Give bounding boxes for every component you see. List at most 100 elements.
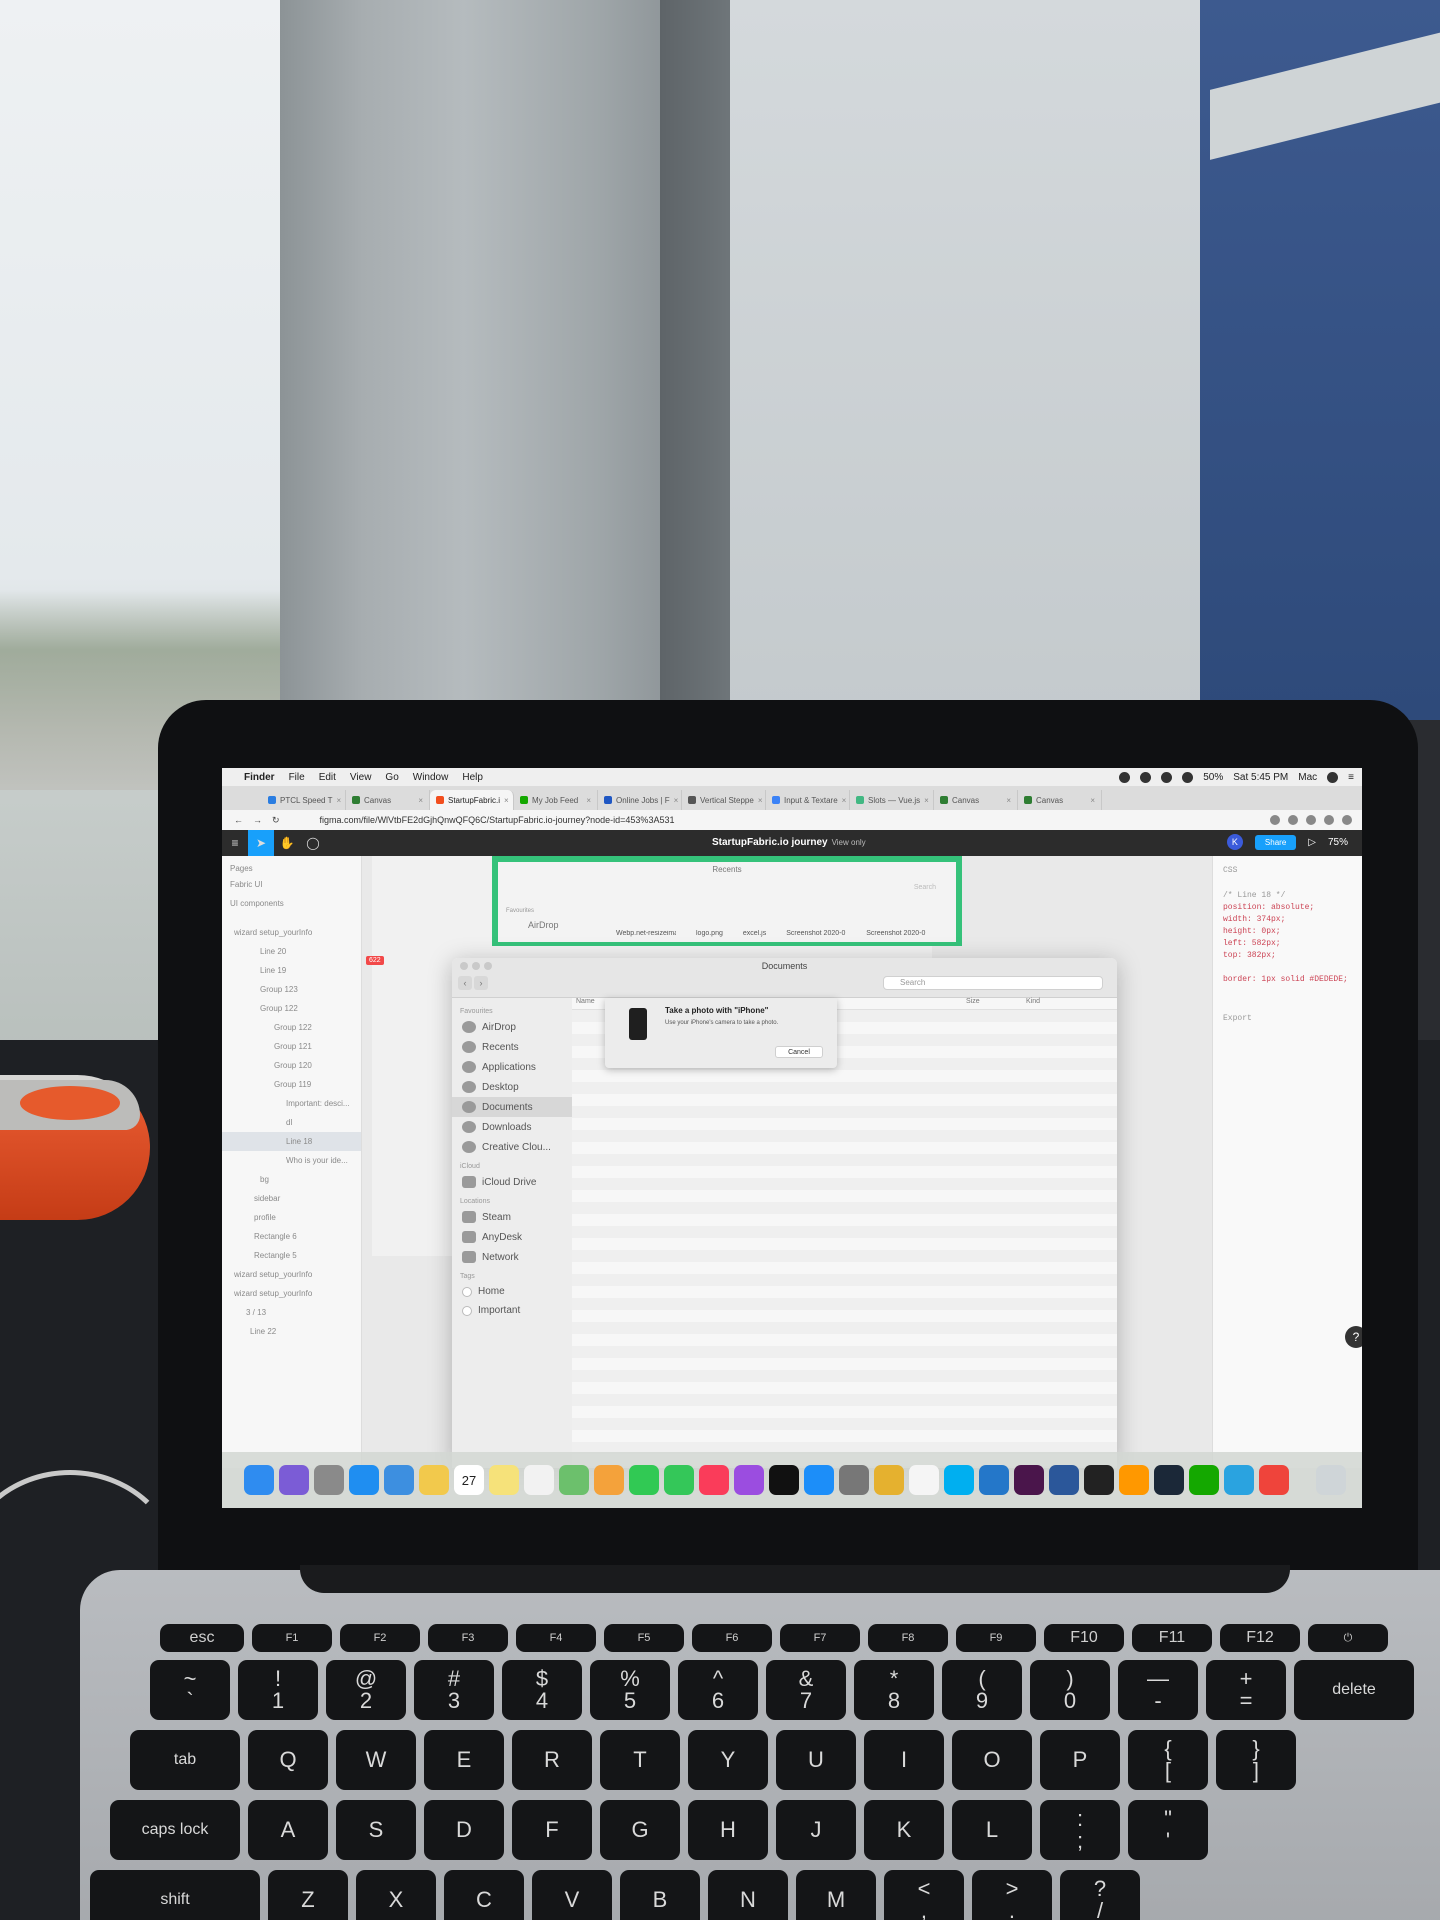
- present-icon[interactable]: ▷: [1308, 837, 1316, 848]
- key[interactable]: D: [424, 1800, 504, 1860]
- recent-file[interactable]: excel.js: [743, 930, 766, 937]
- maps-icon[interactable]: [559, 1465, 589, 1495]
- comment-tool-icon[interactable]: ◯: [300, 830, 326, 856]
- key[interactable]: F8: [868, 1624, 948, 1652]
- key[interactable]: F4: [516, 1624, 596, 1652]
- key[interactable]: Q: [248, 1730, 328, 1790]
- sidebar-item[interactable]: Recents: [452, 1037, 572, 1057]
- css-code[interactable]: position: absolute; width: 374px; height: …: [1223, 903, 1352, 984]
- layer-item[interactable]: Line 22: [222, 1322, 361, 1341]
- key[interactable]: Z: [268, 1870, 348, 1920]
- key[interactable]: F5: [604, 1624, 684, 1652]
- extension-icon[interactable]: [1324, 815, 1334, 825]
- key[interactable]: P: [1040, 1730, 1120, 1790]
- share-button[interactable]: Share: [1254, 834, 1297, 850]
- sidebar-item[interactable]: Applications: [452, 1057, 572, 1077]
- browser-tab[interactable]: My Job Feed ×: [514, 790, 598, 810]
- anydesk-icon[interactable]: [1259, 1465, 1289, 1495]
- bookmark-icon[interactable]: [1270, 815, 1280, 825]
- browser-tab[interactable]: StartupFabric.i ×: [430, 790, 514, 810]
- status-icon[interactable]: [1161, 771, 1173, 783]
- stickies-icon[interactable]: [489, 1465, 519, 1495]
- key[interactable]: ! 1: [238, 1660, 318, 1720]
- tab-close-icon[interactable]: ×: [674, 796, 679, 805]
- avatar[interactable]: K: [1226, 834, 1243, 850]
- browser-tab[interactable]: PTCL Speed T ×: [262, 790, 346, 810]
- textedit-icon[interactable]: [909, 1465, 939, 1495]
- sidebar-item[interactable]: Home: [452, 1282, 572, 1301]
- layer-item[interactable]: Group 122: [222, 999, 361, 1018]
- extension-icon[interactable]: [1288, 815, 1298, 825]
- sidebar-item[interactable]: Network: [452, 1247, 572, 1267]
- key[interactable]: J: [776, 1800, 856, 1860]
- zoom-level[interactable]: 75%: [1328, 837, 1348, 848]
- tab-close-icon[interactable]: ×: [504, 796, 509, 805]
- layer-item[interactable]: wizard setup_yourInfo: [222, 1265, 361, 1284]
- reminders-icon[interactable]: [524, 1465, 554, 1495]
- sidebar-item[interactable]: Documents: [452, 1097, 572, 1117]
- key[interactable]: } ]: [1216, 1730, 1296, 1790]
- key[interactable]: < ,: [884, 1870, 964, 1920]
- key[interactable]: F7: [780, 1624, 860, 1652]
- menu-file[interactable]: File: [289, 772, 305, 783]
- key[interactable]: O: [952, 1730, 1032, 1790]
- sidebar-item[interactable]: Desktop: [452, 1077, 572, 1097]
- menu-view[interactable]: View: [350, 772, 372, 783]
- column-kind[interactable]: Kind: [1026, 998, 1040, 1009]
- sidebar-item[interactable]: Steam: [452, 1207, 572, 1227]
- menu-go[interactable]: Go: [385, 772, 398, 783]
- siri-icon[interactable]: [279, 1465, 309, 1495]
- move-tool-icon[interactable]: ➤: [248, 830, 274, 856]
- finder-file-list[interactable]: Name Size Kind: [572, 998, 1117, 1468]
- cancel-button[interactable]: Cancel: [775, 1046, 823, 1058]
- file-title[interactable]: StartupFabric.io journey View only: [712, 837, 866, 848]
- key[interactable]: " ': [1128, 1800, 1208, 1860]
- wifi-icon[interactable]: [1182, 771, 1194, 783]
- browser-tab[interactable]: Online Jobs | F ×: [598, 790, 682, 810]
- key[interactable]: ( 9: [942, 1660, 1022, 1720]
- layer-item[interactable]: Who is your ide...: [222, 1151, 361, 1170]
- layer-item[interactable]: Group 122: [222, 1018, 361, 1037]
- siri-icon[interactable]: [1327, 771, 1339, 783]
- slack-icon[interactable]: [1014, 1465, 1044, 1495]
- key[interactable]: & 7: [766, 1660, 846, 1720]
- key[interactable]: I: [864, 1730, 944, 1790]
- layer-item[interactable]: Group 119: [222, 1075, 361, 1094]
- safari-icon[interactable]: [349, 1465, 379, 1495]
- layer-item[interactable]: Line 18: [222, 1132, 361, 1151]
- layer-item[interactable]: dl: [222, 1113, 361, 1132]
- photos-icon[interactable]: [594, 1465, 624, 1495]
- help-button[interactable]: ?: [1345, 1326, 1362, 1348]
- upwork-icon[interactable]: [1189, 1465, 1219, 1495]
- key[interactable]: tab: [130, 1730, 240, 1790]
- steam-icon[interactable]: [1154, 1465, 1184, 1495]
- music-icon[interactable]: [699, 1465, 729, 1495]
- battery-percent[interactable]: 50%: [1203, 772, 1223, 783]
- key[interactable]: Y: [688, 1730, 768, 1790]
- key[interactable]: C: [444, 1870, 524, 1920]
- key[interactable]: ⏻: [1308, 1624, 1388, 1652]
- key[interactable]: F3: [428, 1624, 508, 1652]
- tv-icon[interactable]: [769, 1465, 799, 1495]
- forward-icon[interactable]: ›: [474, 976, 488, 990]
- app-store-icon[interactable]: [804, 1465, 834, 1495]
- sidebar-item[interactable]: Downloads: [452, 1117, 572, 1137]
- messages-icon[interactable]: [629, 1465, 659, 1495]
- menu-clock[interactable]: Sat 5:45 PM: [1233, 772, 1288, 783]
- key[interactable]: $ 4: [502, 1660, 582, 1720]
- key[interactable]: G: [600, 1800, 680, 1860]
- terminal-icon[interactable]: [1084, 1465, 1114, 1495]
- key[interactable]: shift: [90, 1870, 260, 1920]
- page-item[interactable]: Fabric UI: [222, 875, 361, 894]
- trash-icon[interactable]: [1316, 1465, 1346, 1495]
- tab-close-icon[interactable]: ×: [1006, 796, 1011, 805]
- key[interactable]: ~ `: [150, 1660, 230, 1720]
- layer-item[interactable]: Group 123: [222, 980, 361, 999]
- key[interactable]: N: [708, 1870, 788, 1920]
- key[interactable]: E: [424, 1730, 504, 1790]
- key[interactable]: ? /: [1060, 1870, 1140, 1920]
- key[interactable]: K: [864, 1800, 944, 1860]
- chrome-icon[interactable]: [874, 1465, 904, 1495]
- layer-item[interactable]: wizard setup_yourInfo: [222, 923, 361, 942]
- sidebar-item[interactable]: iCloud Drive: [452, 1172, 572, 1192]
